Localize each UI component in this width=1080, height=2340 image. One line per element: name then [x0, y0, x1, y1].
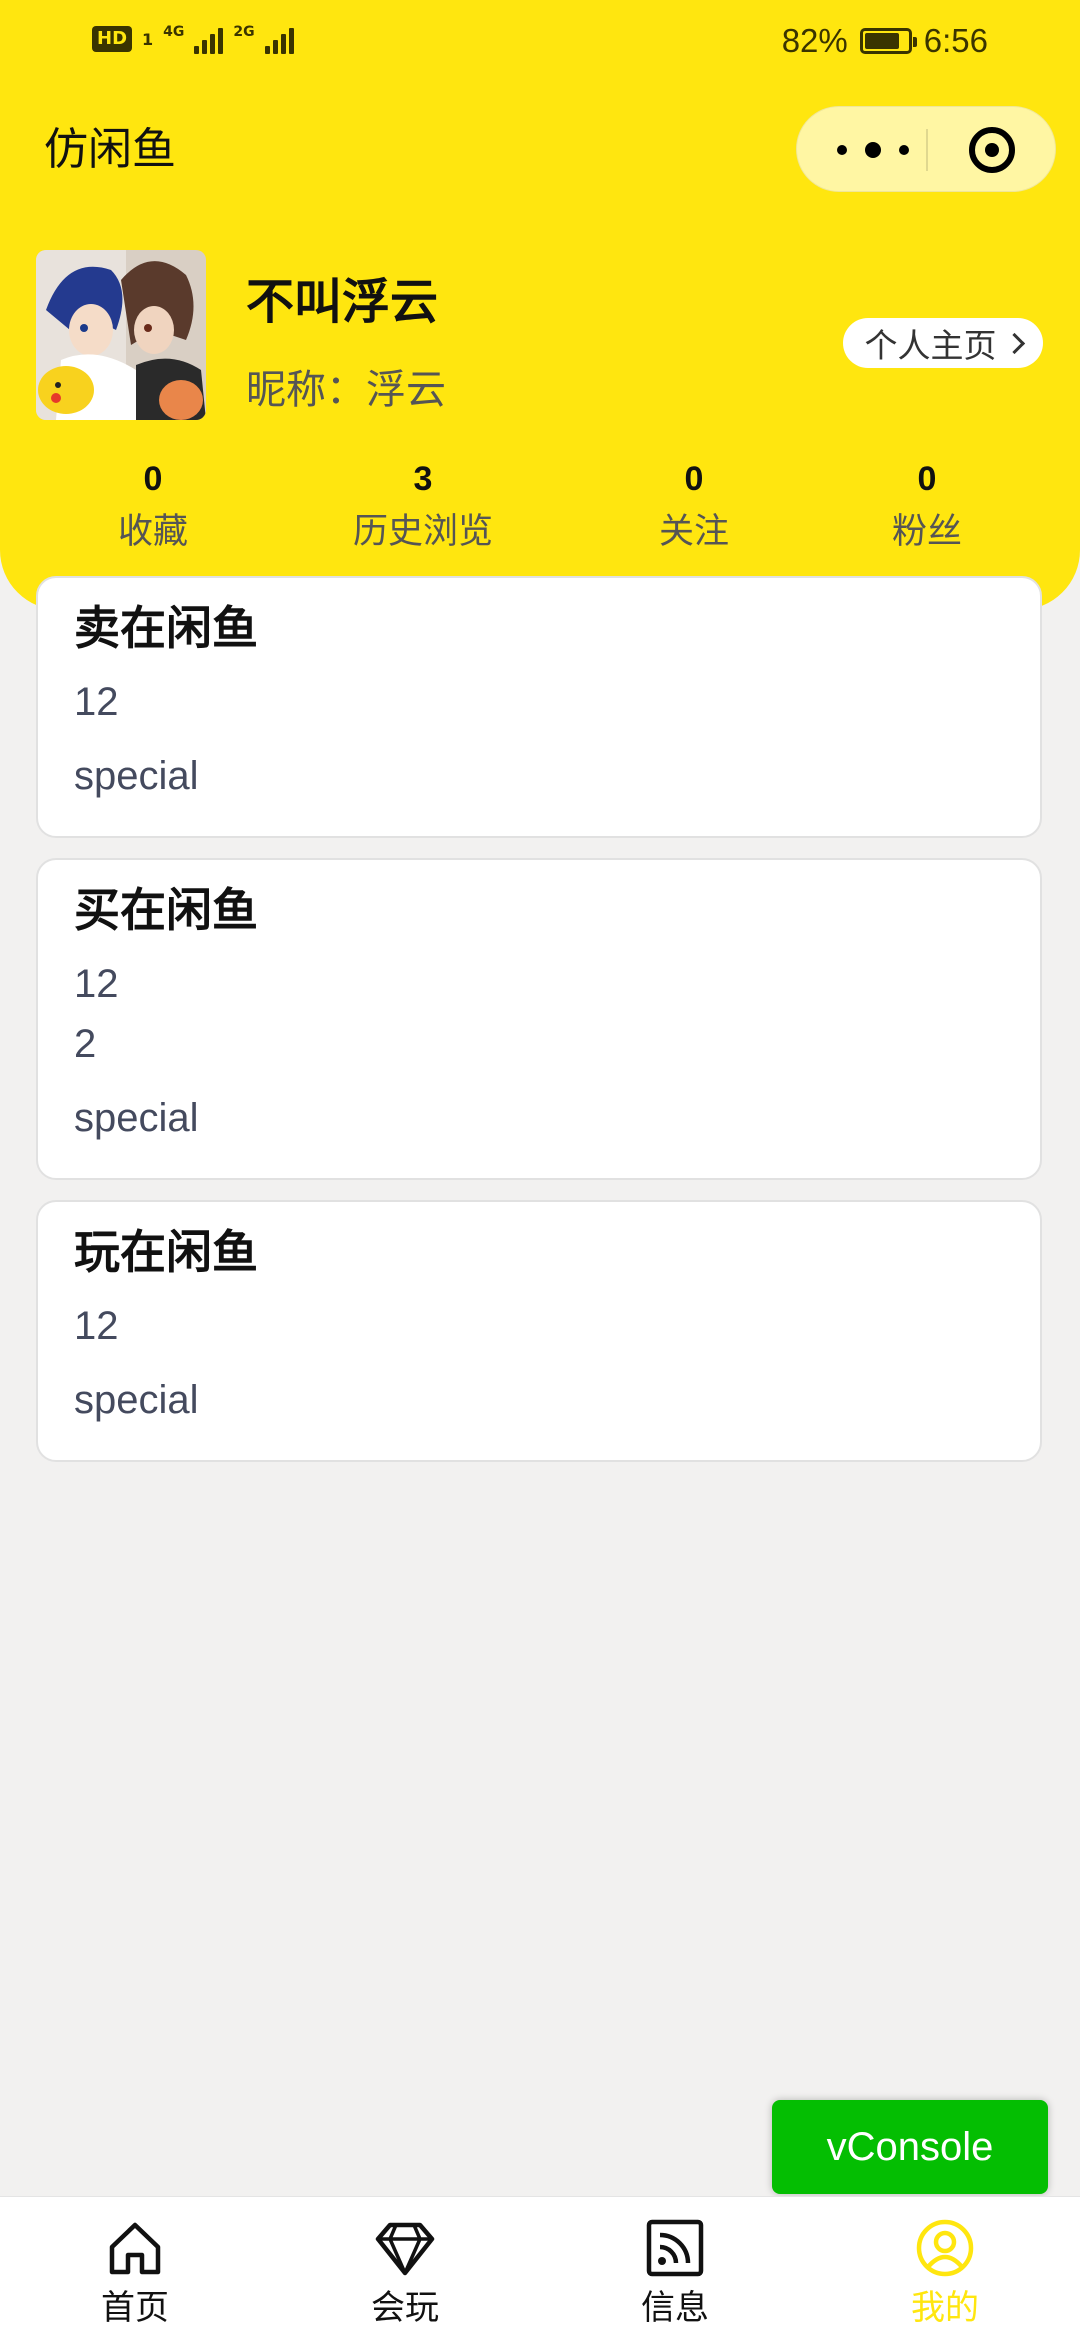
card-line: 12: [74, 962, 119, 1006]
tab-play[interactable]: 会玩: [270, 2197, 540, 2340]
card-line: 12: [74, 680, 119, 724]
stat-history[interactable]: 3 历史浏览: [313, 456, 533, 558]
status-left: HD 1 4G 2G: [92, 24, 294, 54]
home-icon: [109, 2222, 161, 2275]
stat-favorites[interactable]: 0 收藏: [43, 456, 263, 558]
username: 不叫浮云: [246, 274, 439, 330]
target-circle-icon[interactable]: [969, 127, 1015, 173]
card-play[interactable]: 玩在闲鱼 12 special: [36, 1200, 1042, 1462]
card-buy[interactable]: 买在闲鱼 12 2 special: [36, 858, 1042, 1180]
signal-icon: [194, 24, 224, 54]
personal-homepage-button[interactable]: 个人主页: [843, 318, 1043, 368]
battery-percent: 82%: [781, 22, 848, 59]
stat-value: 0: [917, 460, 937, 498]
stat-label: 关注: [658, 512, 729, 552]
clock: 6:56: [923, 22, 988, 59]
status-right: 82% 6:56: [782, 22, 988, 60]
tab-home[interactable]: 首页: [0, 2197, 270, 2340]
hd-badge: HD: [92, 26, 133, 52]
card-line: 12: [74, 1304, 119, 1348]
vconsole-button[interactable]: vConsole: [772, 2100, 1048, 2194]
stat-label: 收藏: [117, 512, 188, 552]
avatar-illustration: [36, 250, 206, 420]
user-circle-icon: [916, 2219, 974, 2277]
personal-homepage-label: 个人主页: [864, 326, 997, 365]
card-line: 2: [74, 1022, 97, 1066]
page: HD 1 4G 2G 82% 6:56 仿闲鱼 不叫浮云 昵称：浮云 个人主页 …: [0, 0, 1080, 2340]
rss-icon: [646, 2219, 704, 2277]
avatar[interactable]: [36, 250, 206, 420]
page-title: 仿闲鱼: [44, 124, 176, 175]
card-title: 玩在闲鱼: [74, 1225, 258, 1279]
tab-bar: 首页 会玩 信息 我的: [0, 2196, 1080, 2340]
stat-label: 粉丝: [891, 512, 962, 552]
stat-value: 0: [143, 460, 163, 498]
chevron-right-icon: [1003, 332, 1025, 354]
tab-messages[interactable]: 信息: [540, 2197, 810, 2340]
stat-fans[interactable]: 0 粉丝: [817, 456, 1037, 558]
tab-label: 我的: [911, 2288, 979, 2328]
tab-label: 首页: [101, 2288, 169, 2328]
stat-following[interactable]: 0 关注: [584, 456, 804, 558]
status-bar: HD 1 4G 2G 82% 6:56: [0, 0, 1080, 84]
sim-number: 1: [142, 29, 154, 49]
stat-label: 历史浏览: [352, 512, 493, 552]
more-dots-icon[interactable]: [837, 137, 909, 163]
signal-icon: [264, 24, 294, 54]
stat-value: 3: [413, 460, 433, 498]
card-footer: special: [74, 754, 199, 798]
network-label-1: 4G: [163, 24, 185, 40]
card-title: 买在闲鱼: [74, 883, 258, 937]
card-sell[interactable]: 卖在闲鱼 12 special: [36, 576, 1042, 838]
card-title: 卖在闲鱼: [74, 601, 258, 655]
battery-icon: [859, 28, 917, 54]
diamond-icon: [375, 2222, 435, 2276]
network-label-2: 2G: [233, 24, 255, 40]
tab-label: 信息: [641, 2288, 709, 2328]
stat-value: 0: [684, 460, 704, 498]
tab-label: 会玩: [371, 2288, 439, 2328]
tab-mine[interactable]: 我的: [810, 2197, 1080, 2340]
card-footer: special: [74, 1378, 199, 1422]
nickname: 昵称：浮云: [246, 367, 446, 413]
card-footer: special: [74, 1096, 199, 1140]
capsule-divider: [926, 129, 928, 171]
mini-program-capsule: [796, 106, 1056, 192]
